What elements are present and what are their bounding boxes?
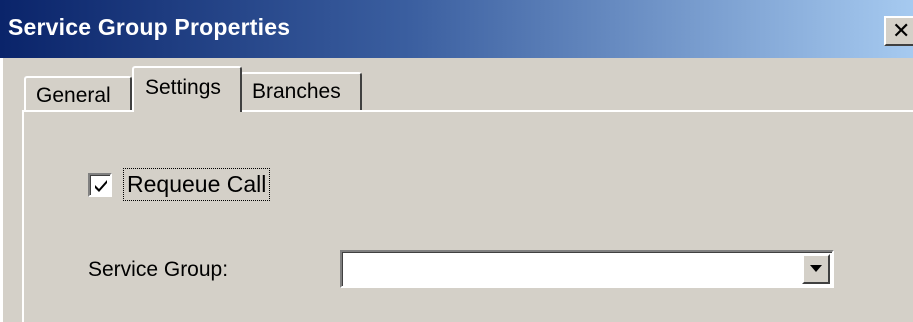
dropdown-button[interactable] <box>802 254 830 284</box>
chevron-down-icon <box>810 265 822 272</box>
tab-branches-label: Branches <box>252 80 341 103</box>
title-bar[interactable]: Service Group Properties ✕ <box>0 0 913 58</box>
active-tab-join <box>134 108 238 113</box>
service-group-dropdown[interactable] <box>340 250 834 288</box>
checkmark-icon <box>95 180 107 192</box>
service-group-label: Service Group: <box>88 258 229 281</box>
tab-branches[interactable]: Branches <box>240 72 362 110</box>
close-button[interactable]: ✕ <box>884 16 913 46</box>
tab-general-label: General <box>36 84 111 107</box>
tab-general[interactable]: General <box>24 76 132 110</box>
tab-page-settings <box>22 110 913 322</box>
requeue-call-label[interactable]: Requeue Call <box>123 168 271 201</box>
window-title: Service Group Properties <box>8 14 291 40</box>
tab-settings-label: Settings <box>145 76 221 99</box>
close-icon: ✕ <box>892 19 911 44</box>
tab-settings[interactable]: Settings <box>132 66 242 112</box>
requeue-call-checkbox[interactable] <box>88 173 112 197</box>
dialog-border <box>0 58 3 322</box>
